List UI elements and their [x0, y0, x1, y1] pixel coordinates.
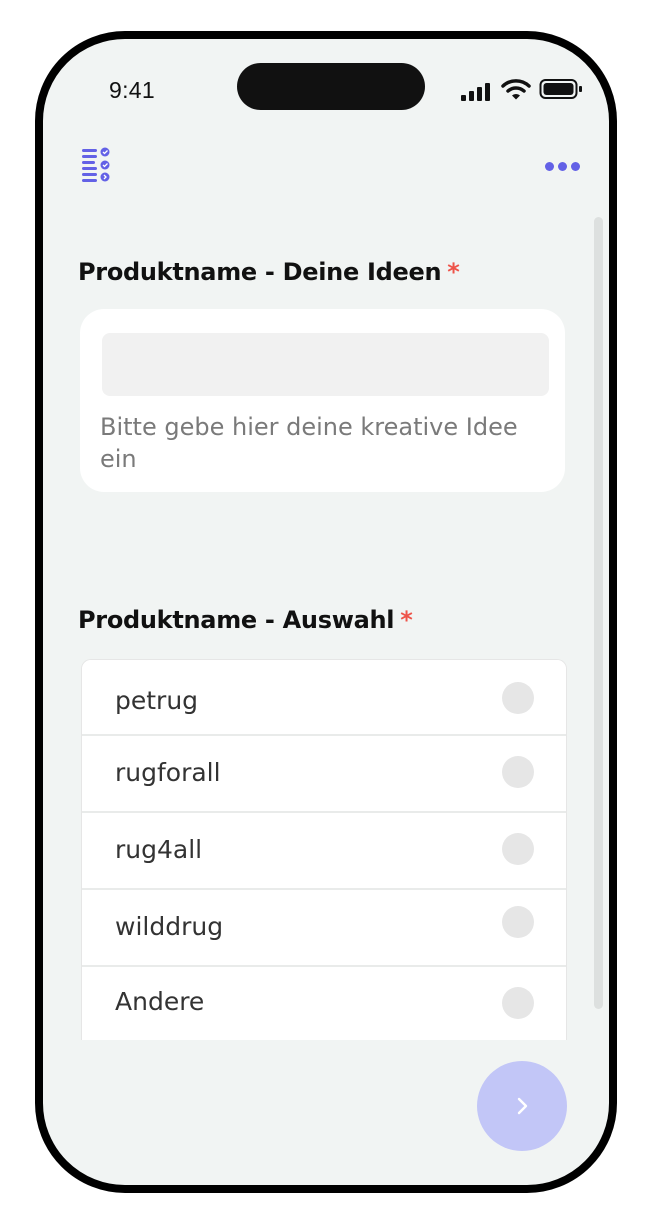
option-label: Andere [115, 987, 205, 1016]
more-options-icon[interactable] [543, 159, 583, 173]
status-time: 9:41 [109, 77, 155, 103]
option-petrug[interactable]: petrug [82, 660, 566, 736]
checklist-icon[interactable] [81, 145, 111, 183]
scrollbar[interactable] [594, 217, 603, 1009]
option-label: petrug [115, 686, 199, 715]
option-list: petrug rugforall rug4all wilddrug Andere [81, 659, 567, 1040]
section-title-ideas: Produktname - Deine Ideen * [78, 258, 460, 286]
section-title-choice-text: Produktname - Auswahl [78, 606, 395, 634]
option-andere[interactable]: Andere [82, 967, 566, 1040]
option-wilddrug[interactable]: wilddrug [82, 890, 566, 967]
radio-button[interactable] [502, 987, 534, 1019]
battery-icon [539, 79, 582, 99]
idea-hint: Bitte gebe hier deine kreative Idee ein [100, 413, 518, 473]
chevron-right-icon [517, 1097, 528, 1115]
option-label: rug4all [115, 835, 203, 864]
next-button[interactable] [477, 1061, 567, 1151]
section-title-choice: Produktname - Auswahl * [78, 606, 413, 634]
section-title-ideas-text: Produktname - Deine Ideen [78, 258, 442, 286]
radio-button[interactable] [502, 833, 534, 865]
idea-card: Bitte gebe hier deine kreative Idee ein [80, 309, 565, 492]
dynamic-island [237, 63, 425, 110]
cellular-signal-icon [461, 83, 497, 101]
required-mark: * [400, 606, 413, 634]
radio-button[interactable] [502, 682, 534, 714]
option-rugforall[interactable]: rugforall [82, 736, 566, 813]
option-rug4all[interactable]: rug4all [82, 813, 566, 890]
radio-button[interactable] [502, 906, 534, 938]
phone-frame: 9:41 Produktname - Deine Ideen * Bitte g… [35, 31, 617, 1193]
wifi-icon [501, 79, 531, 100]
idea-input[interactable] [102, 333, 549, 396]
required-mark: * [447, 258, 460, 286]
option-label: rugforall [115, 758, 221, 787]
radio-button[interactable] [502, 756, 534, 788]
option-label: wilddrug [115, 912, 224, 941]
